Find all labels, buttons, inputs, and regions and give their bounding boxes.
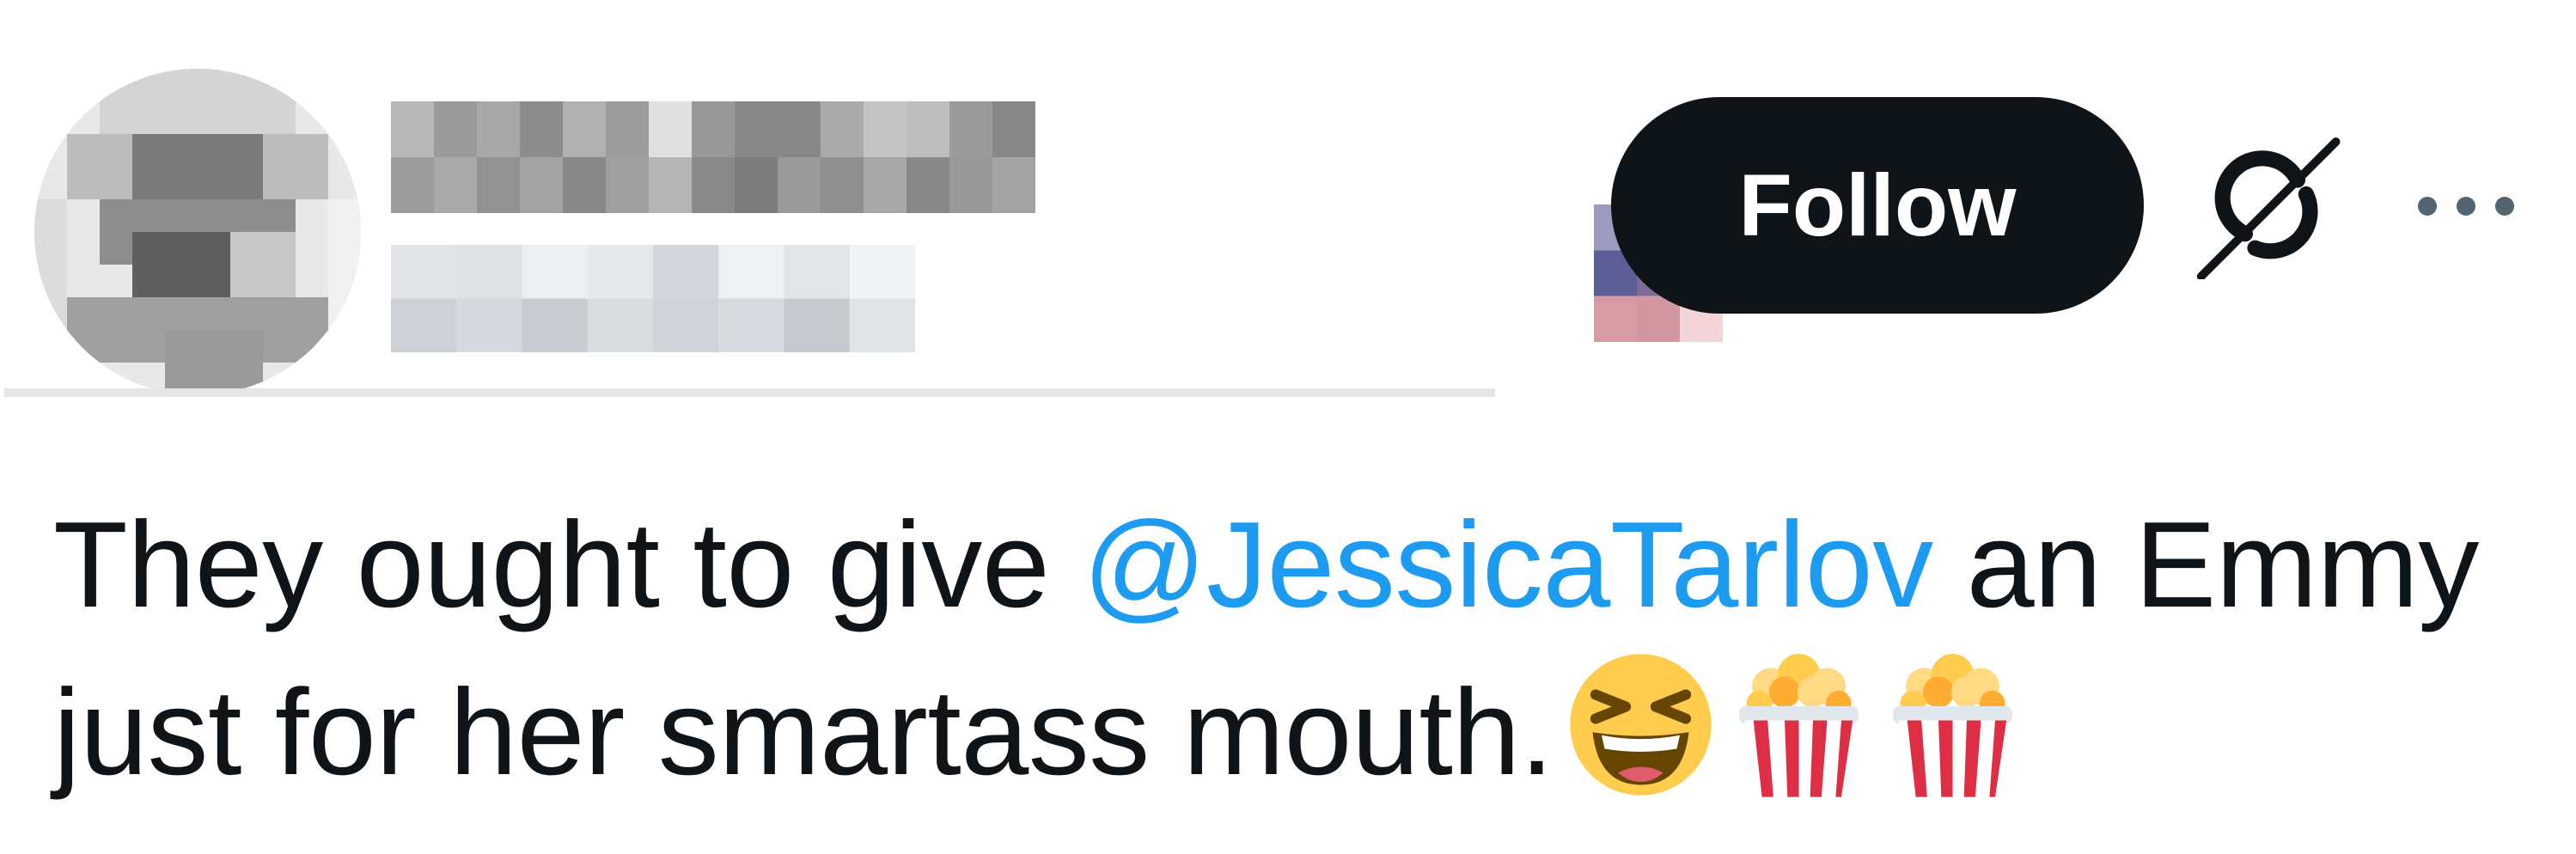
- follow-button[interactable]: Follow: [1611, 97, 2144, 314]
- header-divider: [4, 388, 1495, 397]
- avatar[interactable]: [34, 69, 361, 395]
- blurred-avatar-icon: [34, 69, 361, 395]
- grok-button[interactable]: [2189, 137, 2348, 279]
- grok-icon: [2196, 137, 2340, 279]
- blurred-handle-icon: [391, 245, 915, 352]
- blurred-name-icon: [391, 101, 1164, 213]
- more-horizontal-icon: [2418, 197, 2514, 216]
- tweet-text: They ought to give @JessicaTarlov an Emm…: [53, 481, 2545, 816]
- grinning-squinting-face-icon: [1566, 650, 1716, 800]
- mention-link[interactable]: @JessicaTarlov: [1083, 497, 1933, 633]
- popcorn-icon: [1728, 650, 1870, 800]
- popcorn-icon: [1882, 650, 2024, 800]
- tweet-text-start: They ought to give: [53, 497, 1084, 633]
- more-options-button[interactable]: [2397, 172, 2535, 241]
- tweet-card: Follow They ought to give @JessicaTarlov…: [0, 0, 2576, 854]
